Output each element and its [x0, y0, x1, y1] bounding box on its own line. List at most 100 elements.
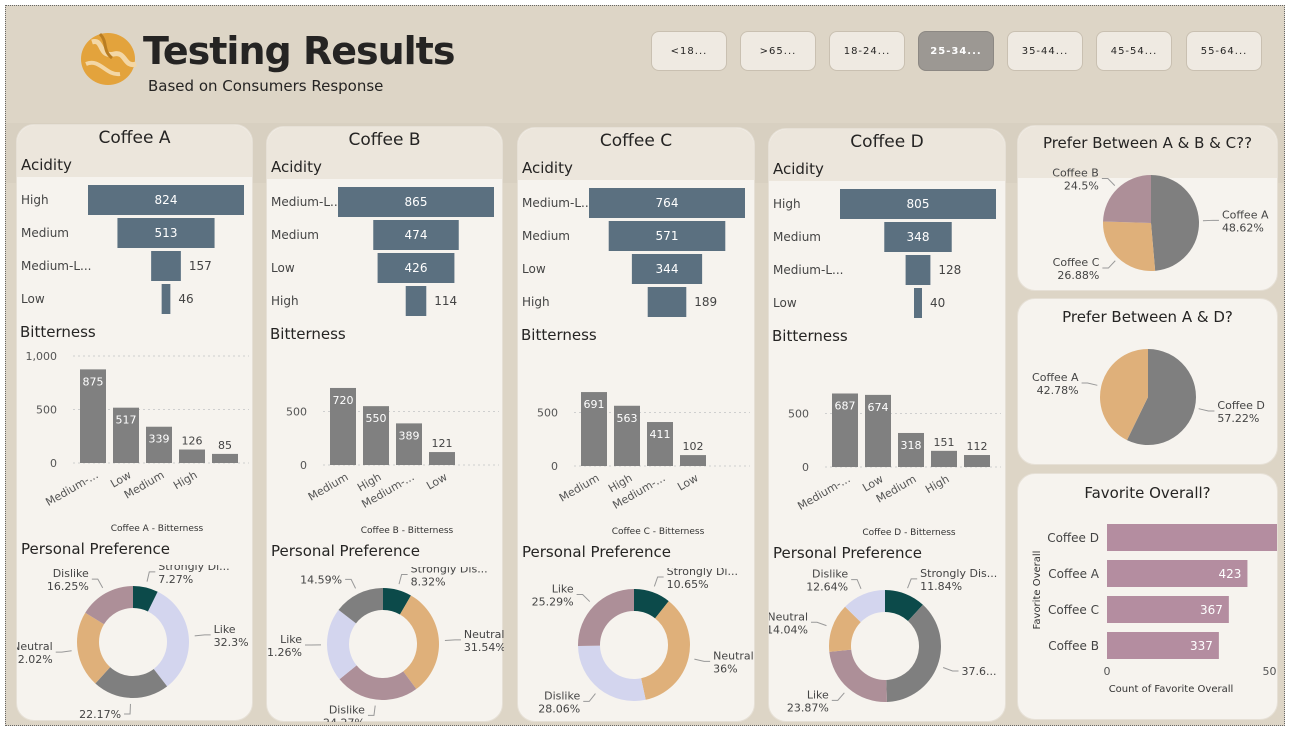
coffee-b-card: Coffee B Acidity Bitterness Personal Prefer…	[266, 126, 504, 722]
leader-line	[1101, 177, 1116, 187]
age-button-5[interactable]: 35-44...	[1007, 31, 1083, 71]
funnel-category-label: High	[773, 197, 801, 211]
leader-line	[583, 693, 596, 702]
leader-line	[194, 634, 211, 637]
leader-line	[146, 571, 156, 582]
funnel-category-label: Medium	[773, 230, 821, 244]
age-button-3[interactable]: 18-24...	[829, 31, 905, 71]
bar-value-label: 102	[683, 440, 704, 453]
donut-slice-value: 28.06%	[538, 702, 580, 715]
donut-slice-label: Neutral	[713, 649, 754, 662]
leader-line	[444, 639, 461, 641]
pie-slice-value: 48.62%	[1222, 221, 1264, 234]
bitterness-bar-chart: 5000720Medium550High389Medium-...121LowC…	[286, 387, 499, 536]
funnel-value-label: 474	[405, 228, 428, 242]
funnel-bar	[161, 284, 171, 314]
funnel-category-label: High	[522, 295, 550, 309]
donut-slice-label: Dislike	[329, 703, 365, 716]
donut-slice-label: Strongly Dis...	[920, 569, 997, 580]
donut-slice-label: Like	[552, 583, 574, 596]
leader-line	[345, 578, 357, 589]
funnel-category-label: Low	[522, 262, 546, 276]
fav-value-label: 423	[1219, 567, 1242, 581]
acidity-heading: Acidity	[271, 158, 322, 176]
coffee-c-card: Coffee C Acidity Bitterness Personal Prefer…	[517, 127, 755, 722]
donut-slice-value: 14.59%	[300, 573, 342, 586]
donut-slice-label: Dislike	[544, 689, 580, 702]
fav-x-tick-label: 0	[1104, 665, 1111, 678]
leader-line	[55, 650, 72, 653]
donut-slice-label: Like	[214, 623, 236, 636]
favorite-overall-title: Favorite Overall?	[1084, 484, 1211, 502]
pie-slice	[1103, 221, 1156, 271]
y-tick-label: 0	[802, 461, 809, 474]
fav-y-axis-title: Favorite Overall	[1032, 551, 1043, 630]
y-tick-label: 0	[50, 457, 57, 470]
age-button-7[interactable]: 55-64...	[1186, 31, 1262, 71]
leader-line	[851, 579, 862, 590]
favorite-overall-card: Favorite Overall? Coffee D763Coffee A423…	[1017, 473, 1278, 720]
fav-value-label: 367	[1200, 603, 1223, 617]
x-tick-label: Medium	[306, 470, 351, 503]
donut-slice-label: Neutral	[464, 628, 504, 641]
pie-slice-label: Coffee C	[1053, 256, 1100, 269]
bar-value-label: 411	[650, 428, 671, 441]
funnel-bar	[914, 288, 922, 318]
leader-line	[367, 705, 376, 716]
bar-value-label: 720	[333, 394, 354, 407]
y-tick-label: 500	[788, 408, 809, 421]
x-tick-label: High	[171, 468, 199, 492]
funnel-value-label: 46	[178, 292, 193, 306]
fav-x-tick-label: 500	[1263, 665, 1278, 678]
donut-slice	[829, 649, 887, 702]
donut-slice-value: 10.65%	[667, 578, 709, 591]
leader-line	[576, 594, 591, 602]
pie-slice-value: 26.88%	[1057, 269, 1099, 282]
funnel-bar	[151, 251, 181, 281]
x-tick-label: Low	[424, 470, 449, 492]
leader-line	[1102, 260, 1116, 269]
donut-slice	[578, 645, 646, 701]
funnel-category-label: Low	[271, 261, 295, 275]
x-tick-label: Medium	[557, 471, 602, 504]
card-title: Coffee D	[850, 132, 924, 152]
bar-value-label: 563	[617, 412, 638, 425]
age-button-2[interactable]: >65...	[740, 31, 816, 71]
card-title: Coffee B	[348, 130, 421, 150]
fav-category-label: Coffee D	[1047, 531, 1099, 545]
coffee-d-card: Coffee D Acidity Bitterness Personal Prefer…	[768, 128, 1006, 722]
bitterness-heading: Bitterness	[521, 326, 597, 344]
funnel-category-label: Medium-L...	[773, 263, 843, 277]
funnel-bar	[405, 286, 427, 316]
funnel-value-label: 189	[694, 295, 717, 309]
bitterness-heading: Bitterness	[20, 323, 96, 341]
pie-slice-label: Coffee D	[1217, 399, 1265, 412]
x-tick-label: Low	[675, 471, 700, 493]
x-tick-label: High	[923, 472, 951, 496]
y-tick-label: 500	[537, 407, 558, 420]
coffee-bean-icon	[81, 32, 137, 85]
donut-slice-value: 14.04%	[769, 623, 808, 636]
funnel-category-label: Medium-L...	[522, 196, 592, 210]
pie-slice-value: 57.22%	[1217, 412, 1259, 425]
leader-line	[907, 578, 918, 589]
donut-slice-value: 12.64%	[806, 581, 848, 594]
bar-value-label: 687	[835, 399, 856, 412]
donut-slice-label: Strongly Dis...	[411, 567, 488, 575]
pie-slice-value: 24.5%	[1064, 179, 1099, 192]
donut-slice-label: Like	[807, 688, 829, 701]
bitterness-heading: Bitterness	[772, 327, 848, 345]
bar-value-label: 85	[218, 439, 232, 452]
age-button-4[interactable]: 25-34...	[918, 31, 994, 71]
preference-heading: Personal Preference	[21, 540, 170, 558]
acidity-heading: Acidity	[773, 160, 824, 178]
donut-slice-value: 25.29%	[532, 596, 574, 609]
age-button-6[interactable]: 45-54...	[1096, 31, 1172, 71]
leader-line	[942, 667, 959, 672]
pie-slice-label: Coffee B	[1052, 166, 1099, 179]
age-button-1[interactable]: <18...	[651, 31, 727, 71]
preference-heading: Personal Preference	[773, 544, 922, 562]
bitterness-bar-chart: 5000691Medium563High411Medium-...102LowC…	[537, 392, 750, 537]
fav-category-label: Coffee B	[1048, 639, 1099, 653]
funnel-category-label: Low	[773, 296, 797, 310]
